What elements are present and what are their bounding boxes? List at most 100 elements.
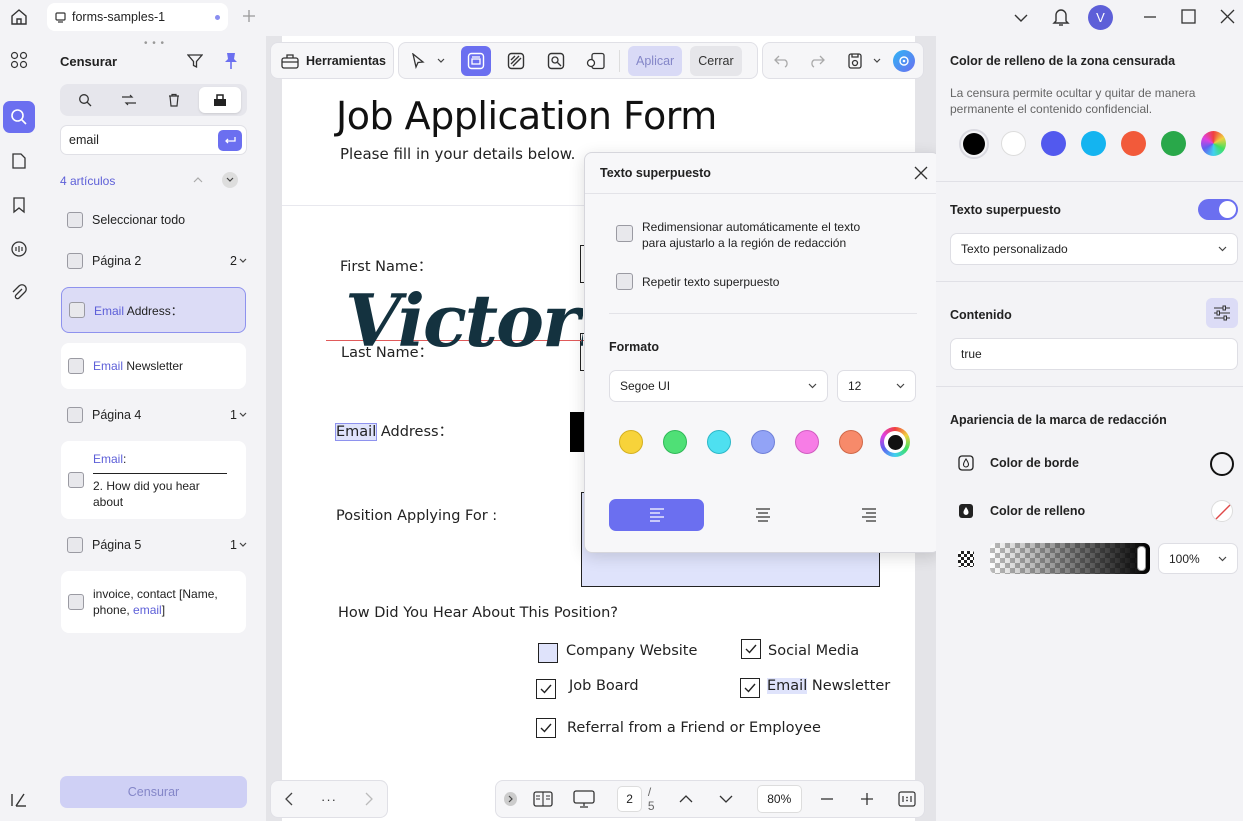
align-center-icon[interactable] xyxy=(715,499,810,531)
collapse-icon[interactable] xyxy=(193,176,203,184)
bookmark-icon[interactable] xyxy=(3,189,35,221)
company-website-checkbox[interactable] xyxy=(538,643,558,663)
page-checkbox[interactable] xyxy=(67,253,83,269)
ai-assistant-icon[interactable] xyxy=(889,46,919,76)
drag-handle-icon[interactable]: • • • xyxy=(144,38,165,49)
search-icon[interactable] xyxy=(3,101,35,133)
filter-icon[interactable] xyxy=(187,53,203,69)
apps-icon[interactable] xyxy=(3,44,35,76)
content-input[interactable]: true xyxy=(950,338,1238,370)
save-icon[interactable] xyxy=(840,46,870,76)
close-window-icon[interactable] xyxy=(1220,9,1235,24)
chevron-down-icon[interactable] xyxy=(719,795,733,803)
font-size-select[interactable]: 12 xyxy=(837,370,916,402)
color-swatch-cyan[interactable] xyxy=(707,430,731,454)
actual-size-icon[interactable] xyxy=(898,791,916,807)
pages-icon[interactable] xyxy=(3,145,35,177)
chevron-down-icon[interactable] xyxy=(433,46,449,76)
redact-page-icon[interactable] xyxy=(501,46,531,76)
page-group-4[interactable]: Página 4 1 xyxy=(60,407,247,423)
social-media-checkbox[interactable] xyxy=(741,639,761,659)
replace-mode-icon[interactable] xyxy=(108,87,150,113)
fill-swatch-blue[interactable] xyxy=(1041,131,1066,156)
opacity-slider[interactable] xyxy=(990,543,1150,574)
email-newsletter-checkbox[interactable] xyxy=(740,678,760,698)
job-board-checkbox[interactable] xyxy=(536,679,556,699)
page-checkbox[interactable] xyxy=(67,407,83,423)
zoom-out-icon[interactable] xyxy=(820,792,834,806)
chevron-down-icon[interactable] xyxy=(870,46,884,76)
font-select[interactable]: Segoe UI xyxy=(609,370,828,402)
avatar[interactable]: V xyxy=(1088,5,1113,30)
zoom-input[interactable]: 80% xyxy=(756,785,802,813)
color-swatch-pink[interactable] xyxy=(795,430,819,454)
redo-icon[interactable] xyxy=(803,46,833,76)
maximize-icon[interactable] xyxy=(1181,9,1196,24)
zoom-in-icon[interactable] xyxy=(860,792,874,806)
fill-swatch-green[interactable] xyxy=(1161,131,1186,156)
opacity-select[interactable]: 100% xyxy=(1158,543,1238,574)
search-mode-icon[interactable] xyxy=(64,87,106,113)
apply-button[interactable]: Aplicar xyxy=(628,45,683,76)
pin-icon[interactable] xyxy=(223,52,239,70)
chevron-right-icon[interactable] xyxy=(365,792,373,806)
chevron-left-icon[interactable] xyxy=(285,792,293,806)
redact-mode-icon[interactable] xyxy=(199,87,241,113)
fill-swatch-black[interactable] xyxy=(959,129,989,159)
tools-button[interactable]: Herramientas xyxy=(270,42,394,79)
no-fill-swatch[interactable] xyxy=(1211,500,1233,522)
sidebar-toggle-icon[interactable] xyxy=(3,784,35,816)
enter-icon[interactable] xyxy=(218,130,242,151)
repeat-text-checkbox[interactable] xyxy=(616,273,633,290)
auto-resize-checkbox[interactable] xyxy=(616,225,633,242)
page-checkbox[interactable] xyxy=(67,537,83,553)
result-checkbox[interactable] xyxy=(68,358,84,374)
result-item[interactable]: Email Newsletter xyxy=(61,343,246,389)
undo-icon[interactable] xyxy=(767,46,797,76)
more-icon[interactable]: ··· xyxy=(321,792,337,807)
close-button[interactable]: Cerrar xyxy=(690,45,742,76)
chevron-down-icon[interactable] xyxy=(1013,10,1029,26)
fill-swatch-sky[interactable] xyxy=(1081,131,1106,156)
result-checkbox[interactable] xyxy=(68,472,84,488)
expand-arrow-icon[interactable] xyxy=(504,792,518,806)
expand-icon[interactable] xyxy=(222,172,238,188)
bell-icon[interactable] xyxy=(1052,7,1070,27)
color-swatch-yellow[interactable] xyxy=(619,430,643,454)
redact-settings-icon[interactable] xyxy=(581,46,611,76)
document-tab[interactable]: forms-samples-1 xyxy=(47,3,228,31)
result-item[interactable]: Email: 2. How did you hear about xyxy=(61,441,246,519)
overlay-text-toggle[interactable] xyxy=(1198,199,1238,220)
result-item[interactable]: Email Address： xyxy=(61,287,246,333)
search-redact-icon[interactable] xyxy=(541,46,571,76)
chevron-up-icon[interactable] xyxy=(679,795,693,803)
align-left-icon[interactable] xyxy=(609,499,704,531)
chevron-down-icon[interactable] xyxy=(239,258,247,264)
search-input[interactable]: email xyxy=(60,125,247,155)
referral-checkbox[interactable] xyxy=(536,718,556,738)
censor-button[interactable]: Censurar xyxy=(60,776,247,808)
comment-icon[interactable] xyxy=(3,233,35,265)
chevron-down-icon[interactable] xyxy=(239,412,247,418)
result-checkbox[interactable] xyxy=(69,302,85,318)
color-swatch-green[interactable] xyxy=(663,430,687,454)
border-color-swatch[interactable] xyxy=(1210,452,1234,476)
overlay-type-select[interactable]: Texto personalizado xyxy=(950,233,1238,265)
page-layout-icon[interactable] xyxy=(533,791,553,807)
delete-mode-icon[interactable] xyxy=(153,87,195,113)
fill-color-picker-icon[interactable] xyxy=(1201,131,1226,156)
select-tool-icon[interactable] xyxy=(403,46,433,76)
close-icon[interactable] xyxy=(914,166,928,180)
select-all-row[interactable]: Seleccionar todo xyxy=(60,212,247,228)
fill-swatch-white[interactable] xyxy=(1001,131,1026,156)
slider-handle[interactable] xyxy=(1137,546,1146,571)
minimize-icon[interactable] xyxy=(1142,9,1158,25)
fill-swatch-red[interactable] xyxy=(1121,131,1146,156)
presentation-icon[interactable] xyxy=(573,790,595,808)
attachment-icon[interactable] xyxy=(3,277,35,309)
color-swatch-periwinkle[interactable] xyxy=(751,430,775,454)
result-item[interactable]: invoice, contact [Name, phone, email] xyxy=(61,571,246,633)
new-tab-icon[interactable] xyxy=(242,9,256,23)
select-all-checkbox[interactable] xyxy=(67,212,83,228)
page-group-5[interactable]: Página 5 1 xyxy=(60,537,247,553)
